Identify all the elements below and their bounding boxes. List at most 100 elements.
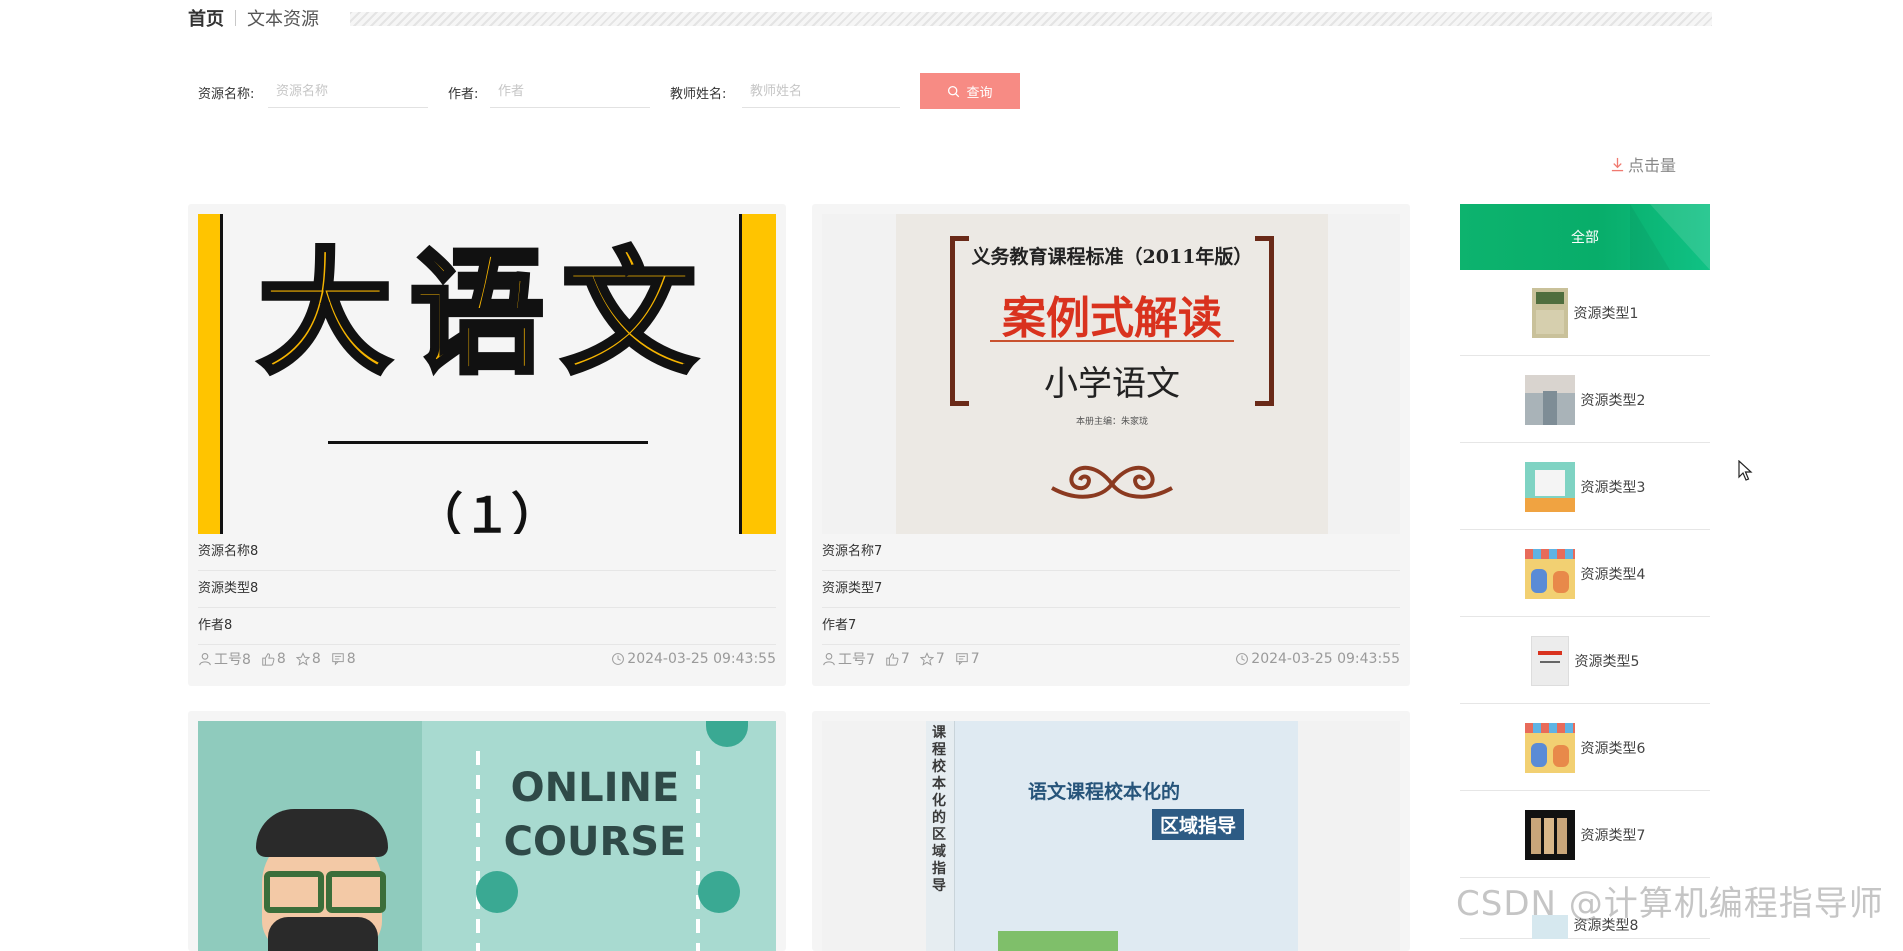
resource-type: 资源类型7: [822, 571, 1400, 608]
cover-line-1: ONLINE: [510, 765, 680, 811]
category-all[interactable]: 全部: [1460, 204, 1710, 270]
category-thumbnail: [1524, 809, 1575, 860]
like-count[interactable]: 7: [885, 651, 910, 667]
cover-line-2: 案例式解读: [1002, 293, 1222, 344]
resource-author: 作者8: [198, 608, 776, 645]
search-button[interactable]: 查询: [920, 73, 1020, 109]
category-label: 资源类型6: [1580, 740, 1646, 757]
publish-time: 2024-03-25 09:43:55: [611, 651, 776, 667]
category-label: 资源类型1: [1573, 305, 1639, 322]
resource-cover-image[interactable]: ONLINE COURSE: [198, 721, 776, 951]
breadcrumb-current: 文本资源: [247, 9, 319, 30]
star-icon: [295, 652, 310, 666]
favorite-count-value: 8: [311, 651, 321, 667]
category-thumbnail: [1531, 287, 1568, 338]
category-thumbnail: [1530, 635, 1569, 686]
card-meta: 工号7 7 7 7 2024-03-25 09:43:55: [822, 647, 1400, 671]
breadcrumb: 首页 文本资源: [188, 6, 319, 30]
category-item[interactable]: 资源类型7: [1460, 792, 1710, 878]
download-icon: [1611, 157, 1624, 171]
resource-name: 资源名称7: [822, 534, 1400, 571]
clock-icon: [1236, 653, 1249, 665]
user-icon: [199, 653, 211, 666]
cover-line-3: 小学语文: [1044, 364, 1180, 404]
watermark: CSDN @计算机编程指导师: [1456, 884, 1884, 924]
thumbs-up-icon: [886, 653, 899, 666]
category-item[interactable]: 资源类型5: [1460, 618, 1710, 704]
category-thumbnail: [1524, 722, 1575, 773]
category-label: 资源类型2: [1580, 392, 1646, 409]
comment-count[interactable]: 8: [331, 651, 356, 667]
ornament-icon: [1051, 465, 1173, 499]
resource-cover-image[interactable]: 义务教育课程标准（2011年版） 案例式解读 小学语文 本册主编：朱家珑: [822, 214, 1400, 534]
resource-name: 资源名称8: [198, 534, 776, 571]
sort-by-clicks[interactable]: 点击量: [1610, 152, 1676, 176]
comment-icon: [332, 653, 344, 666]
publish-time-value: 2024-03-25 09:43:55: [1251, 651, 1400, 667]
uploader-id: 工号8: [214, 652, 251, 668]
uploader: 工号7: [822, 649, 875, 669]
user-icon: [823, 653, 835, 666]
cover-line-1: 语文课程校本化的: [1028, 781, 1181, 803]
cover-line-4: 本册主编：朱家珑: [1075, 417, 1148, 427]
cover-spine-text: 课程校本化的区域指导: [932, 725, 946, 894]
category-label: 资源类型5: [1574, 653, 1640, 670]
category-thumbnail: [1524, 461, 1575, 512]
category-label: 资源类型4: [1580, 566, 1646, 583]
clock-icon: [612, 653, 625, 665]
favorite-count[interactable]: 8: [295, 651, 321, 667]
favorite-count[interactable]: 7: [919, 651, 945, 667]
resource-cover-image[interactable]: 课程校本化的区域指导 语文课程校本化的 区域指导: [822, 721, 1400, 951]
star-icon: [919, 652, 934, 666]
category-item[interactable]: 资源类型4: [1460, 531, 1710, 617]
cover-title: 大语文: [255, 234, 714, 392]
resource-name-label: 资源名称:: [198, 87, 255, 102]
favorite-count-value: 7: [935, 651, 945, 667]
publish-time-value: 2024-03-25 09:43:55: [627, 651, 776, 667]
resource-card[interactable]: 义务教育课程标准（2011年版） 案例式解读 小学语文 本册主编：朱家珑 资源名…: [812, 204, 1410, 686]
resource-cover-image[interactable]: 大语文 （１）: [198, 214, 776, 534]
cover-line-1: 义务教育课程标准（2011年版）: [971, 246, 1253, 268]
category-label: 资源类型7: [1580, 827, 1646, 844]
resource-card[interactable]: ONLINE COURSE: [188, 711, 786, 951]
cover-line-2: COURSE: [503, 819, 687, 865]
search-button-label: 查询: [966, 84, 993, 100]
cover-subtitle: （１）: [414, 488, 559, 534]
category-all-label: 全部: [1571, 230, 1599, 246]
category-item[interactable]: 资源类型1: [1460, 270, 1710, 356]
category-thumbnail: [1524, 374, 1575, 425]
teacher-name-input[interactable]: [742, 76, 900, 108]
uploader: 工号8: [198, 649, 251, 669]
thumbs-up-icon: [262, 653, 275, 666]
search-icon: [948, 85, 960, 97]
category-item[interactable]: 资源类型2: [1460, 357, 1710, 443]
comment-count[interactable]: 7: [955, 651, 980, 667]
author-input[interactable]: [490, 76, 650, 108]
resource-card[interactable]: 课程校本化的区域指导 语文课程校本化的 区域指导: [812, 711, 1410, 951]
like-count-value: 7: [900, 651, 910, 667]
comment-icon: [956, 653, 968, 666]
resource-author: 作者7: [822, 608, 1400, 645]
resource-name-input[interactable]: [268, 76, 428, 108]
uploader-id: 工号7: [838, 652, 875, 668]
category-thumbnail: [1524, 548, 1575, 599]
like-count[interactable]: 8: [261, 651, 286, 667]
resource-type: 资源类型8: [198, 571, 776, 608]
breadcrumb-separator: [235, 10, 236, 26]
mouse-cursor-icon: [1738, 460, 1753, 481]
category-item[interactable]: 资源类型6: [1460, 705, 1710, 791]
resource-card[interactable]: 大语文 （１） 资源名称8 资源类型8 作者8 工号8 8 8 8 2024-0…: [188, 204, 786, 686]
category-label: 资源类型3: [1580, 479, 1646, 496]
card-meta: 工号8 8 8 8 2024-03-25 09:43:55: [198, 647, 776, 671]
sort-label: 点击量: [1628, 156, 1677, 175]
comment-count-value: 8: [346, 651, 356, 667]
author-label: 作者:: [448, 87, 479, 102]
category-item[interactable]: 资源类型3: [1460, 444, 1710, 530]
breadcrumb-home[interactable]: 首页: [188, 5, 224, 31]
comment-count-value: 7: [970, 651, 980, 667]
like-count-value: 8: [276, 651, 286, 667]
breadcrumb-stripe-decoration: [350, 12, 1712, 26]
publish-time: 2024-03-25 09:43:55: [1235, 651, 1400, 667]
teacher-name-label: 教师姓名:: [670, 87, 727, 102]
cover-line-2: 区域指导: [1152, 809, 1245, 840]
